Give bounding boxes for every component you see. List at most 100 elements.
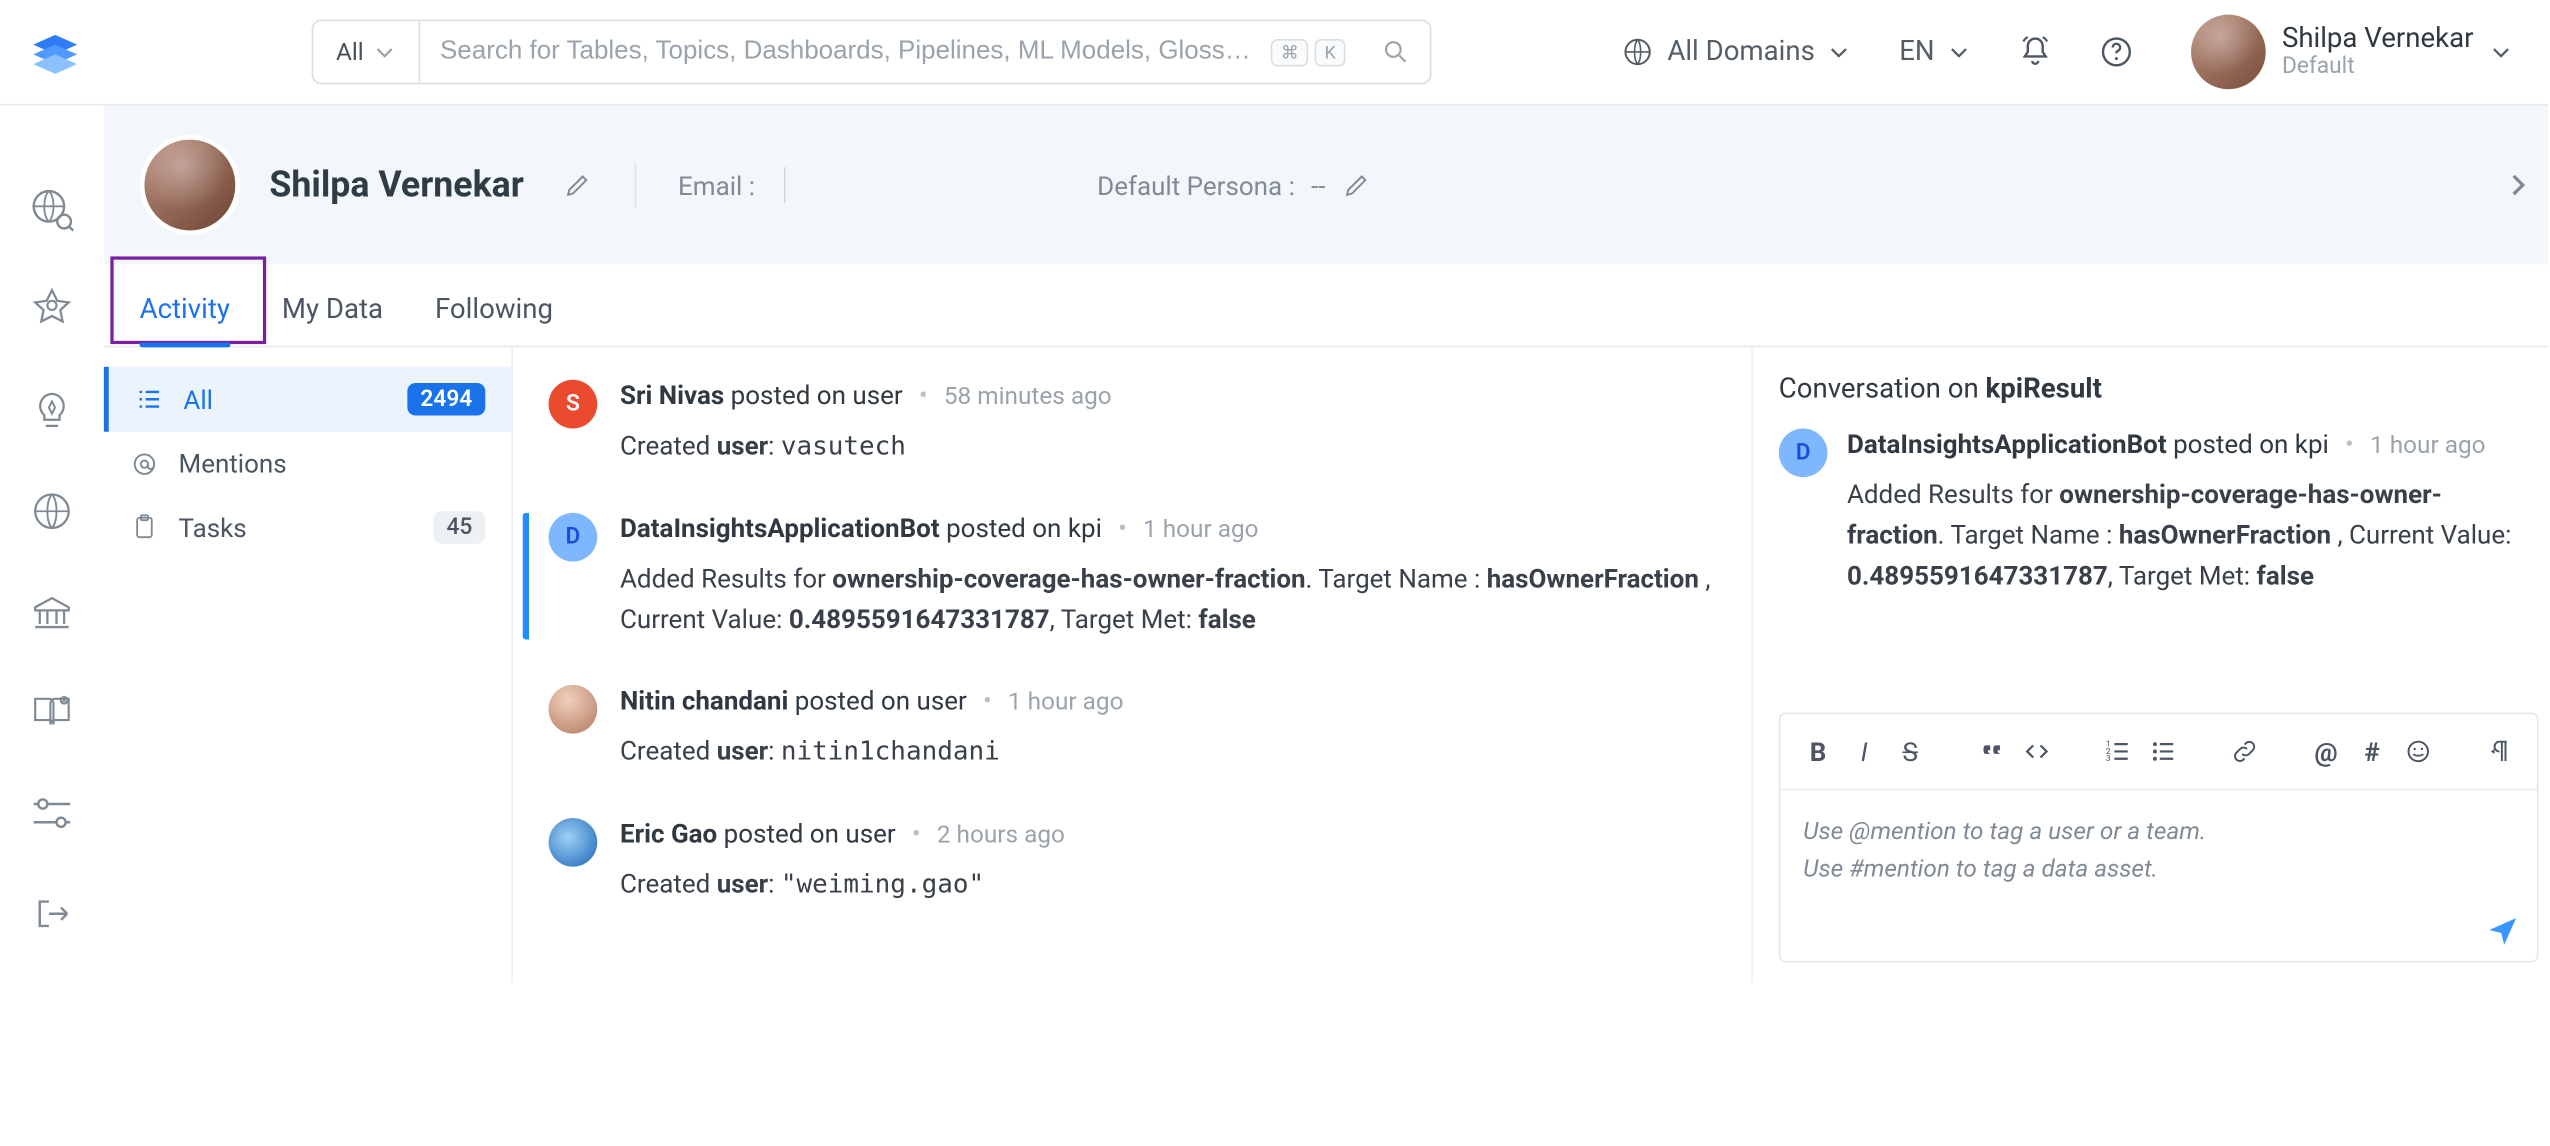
filter-tasks-label: Tasks xyxy=(179,512,247,543)
chevron-down-icon xyxy=(1828,41,1851,64)
at-icon xyxy=(130,449,159,478)
nav-settings[interactable] xyxy=(25,787,77,839)
avatar: D xyxy=(1779,428,1828,477)
nav-logout[interactable] xyxy=(25,888,77,940)
user-menu[interactable]: Shilpa Vernekar Default xyxy=(2191,15,2512,90)
nav-explore[interactable] xyxy=(25,183,77,235)
global-search: All ⌘K xyxy=(312,19,1432,84)
persona-field: Default Persona : -- xyxy=(1097,170,1371,201)
nav-quality[interactable] xyxy=(25,284,77,336)
feed-body: Created user: nitin1chandani xyxy=(620,733,1716,773)
email-label: Email : xyxy=(678,170,755,201)
profile-avatar xyxy=(140,135,241,236)
quote-button[interactable] xyxy=(1973,730,2009,772)
tab-activity[interactable]: Activity xyxy=(140,278,230,346)
reply-editor: B I S 123 @ xyxy=(1779,712,2539,962)
app-logo[interactable] xyxy=(23,19,88,84)
feed-body: Created user: vasutech xyxy=(620,427,1716,467)
code-button[interactable] xyxy=(2019,730,2055,772)
user-name: Shilpa Vernekar xyxy=(2282,24,2474,54)
user-persona: Default xyxy=(2282,55,2474,80)
feed-action: posted on user xyxy=(795,686,967,717)
divider xyxy=(634,162,636,207)
pencil-icon xyxy=(1342,170,1371,199)
bell-icon xyxy=(2017,34,2053,70)
avatar: S xyxy=(549,380,598,429)
editor-toolbar: B I S 123 @ xyxy=(1780,714,2536,790)
domain-label: All Domains xyxy=(1667,36,1815,68)
bullet-list-button[interactable] xyxy=(2146,730,2182,772)
filter-all[interactable]: All 2494 xyxy=(104,367,511,432)
filter-mentions[interactable]: Mentions xyxy=(104,432,511,495)
avatar xyxy=(2191,15,2266,90)
conversation-item: D DataInsightsApplicationBot posted on k… xyxy=(1779,428,2539,596)
feed-item[interactable]: D DataInsightsApplicationBot posted on k… xyxy=(523,513,1716,641)
feed-action: posted on user xyxy=(724,818,896,849)
feed-author: Sri Nivas xyxy=(620,380,724,411)
filter-mentions-label: Mentions xyxy=(179,448,287,479)
feed-time: 1 hour ago xyxy=(1143,514,1259,543)
send-icon xyxy=(2485,912,2521,948)
activity-feed: S Sri Nivas posted on user • 58 minutes … xyxy=(513,347,1753,982)
paragraph-button[interactable] xyxy=(2481,730,2517,772)
nav-rail xyxy=(0,105,104,981)
send-button[interactable] xyxy=(2485,912,2521,948)
nav-domains[interactable] xyxy=(25,485,77,537)
mention-button[interactable]: @ xyxy=(2308,730,2344,772)
topbar: All ⌘K All Domains EN xyxy=(0,0,2548,105)
feed-author: DataInsightsApplicationBot xyxy=(620,513,940,544)
conversation-action: posted on kpi xyxy=(2173,428,2329,459)
help-icon xyxy=(2099,34,2135,70)
tab-my-data[interactable]: My Data xyxy=(282,278,383,346)
persona-value: -- xyxy=(1311,170,1325,201)
notifications-button[interactable] xyxy=(2006,23,2064,81)
conversation-author: DataInsightsApplicationBot xyxy=(1847,428,2167,459)
search-scope-label: All xyxy=(336,37,364,66)
language-select[interactable]: EN xyxy=(1886,36,1983,68)
hashtag-button[interactable]: # xyxy=(2354,730,2390,772)
search-icon[interactable] xyxy=(1362,37,1430,66)
nav-insights[interactable] xyxy=(25,385,77,437)
conversation-panel: Conversation on kpiResult D DataInsights… xyxy=(1753,347,2548,982)
profile-header: Shilpa Vernekar Email : Default Persona … xyxy=(104,105,2548,264)
language-label: EN xyxy=(1899,36,1934,68)
globe-icon xyxy=(1622,36,1654,68)
feed-item[interactable]: Nitin chandani posted on user • 1 hour a… xyxy=(549,686,1716,773)
conversation-time: 1 hour ago xyxy=(2370,430,2486,459)
chevron-down-icon xyxy=(1948,41,1971,64)
persona-label: Default Persona : xyxy=(1097,170,1295,201)
search-shortcut: ⌘K xyxy=(1271,38,1346,66)
edit-persona-button[interactable] xyxy=(1342,170,1371,199)
svg-text:3: 3 xyxy=(2106,754,2111,764)
clipboard-icon xyxy=(130,513,159,542)
emoji-button[interactable] xyxy=(2400,730,2436,772)
feed-action: posted on kpi xyxy=(946,513,1102,544)
help-button[interactable] xyxy=(2087,23,2145,81)
filter-tasks-count: 45 xyxy=(433,511,485,543)
reply-textarea[interactable]: Use @mention to tag a user or a team. Us… xyxy=(1780,790,2536,960)
avatar xyxy=(549,686,598,735)
edit-name-button[interactable] xyxy=(563,170,592,199)
nav-glossary[interactable] xyxy=(25,687,77,739)
feed-body: Added Results for ownership-coverage-has… xyxy=(620,560,1716,640)
search-scope-select[interactable]: All xyxy=(313,21,420,83)
bold-button[interactable]: B xyxy=(1800,730,1836,772)
link-button[interactable] xyxy=(2227,730,2263,772)
search-input[interactable] xyxy=(421,37,1271,66)
strike-button[interactable]: S xyxy=(1892,730,1928,772)
domain-select[interactable]: All Domains xyxy=(1609,36,1864,68)
expand-button[interactable] xyxy=(2503,170,2532,199)
avatar: D xyxy=(549,513,598,562)
filter-tasks[interactable]: Tasks 45 xyxy=(104,495,511,560)
feed-item[interactable]: Eric Gao posted on user • 2 hours ago Cr… xyxy=(549,818,1716,905)
feed-time: 58 minutes ago xyxy=(944,381,1112,410)
feed-time: 2 hours ago xyxy=(937,820,1065,849)
nav-governance[interactable] xyxy=(25,586,77,638)
ordered-list-button[interactable]: 123 xyxy=(2100,730,2136,772)
tab-following[interactable]: Following xyxy=(435,278,553,346)
activity-filters: All 2494 Mentions Tasks xyxy=(104,347,513,982)
profile-name: Shilpa Vernekar xyxy=(269,165,523,206)
chevron-right-icon xyxy=(2503,170,2532,199)
italic-button[interactable]: I xyxy=(1846,730,1882,772)
feed-item[interactable]: S Sri Nivas posted on user • 58 minutes … xyxy=(549,380,1716,467)
